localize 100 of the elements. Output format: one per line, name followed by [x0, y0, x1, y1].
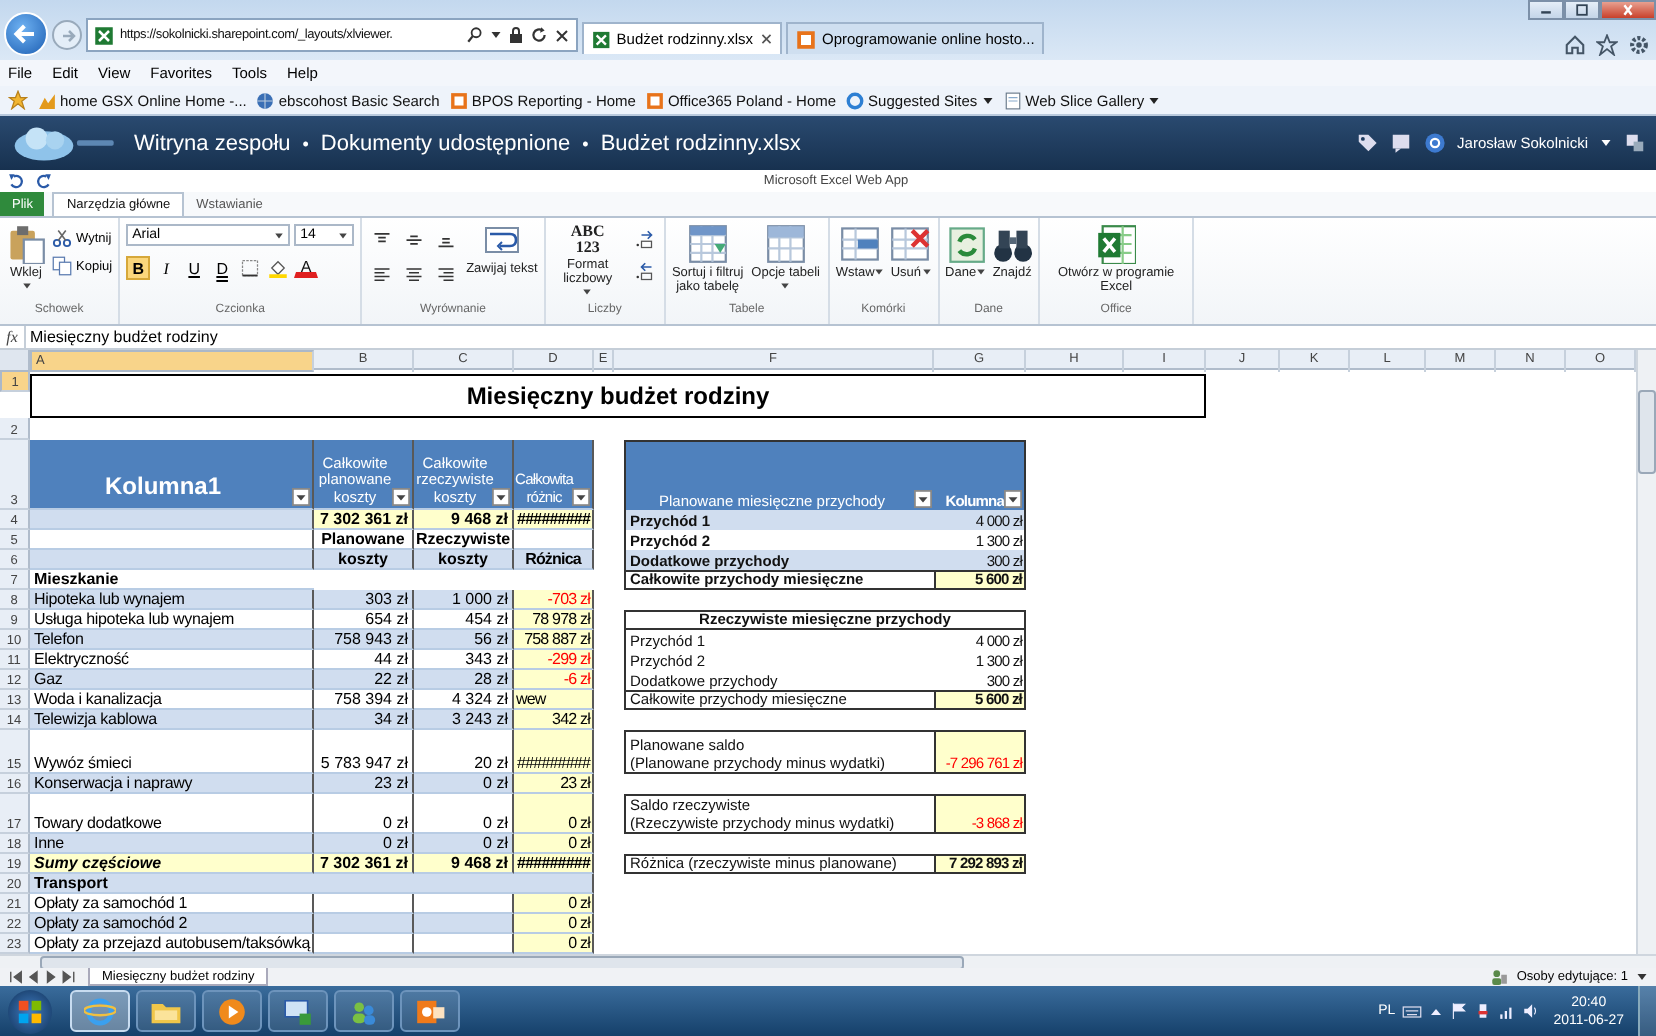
table-cell: Telefon	[30, 630, 314, 650]
windows-icon[interactable]	[1624, 132, 1646, 154]
volume-icon[interactable]	[1521, 1002, 1540, 1020]
increase-decimal-icon	[633, 230, 654, 250]
table-cell: 0 zł	[514, 894, 594, 914]
format-button[interactable]: I	[154, 256, 179, 280]
play-icon	[216, 995, 248, 1027]
breadcrumb-link[interactable]: Witryna zespołu	[134, 131, 291, 155]
maximize-icon	[1574, 4, 1590, 16]
format-button[interactable]: D	[210, 256, 235, 280]
caret-icon[interactable]	[490, 30, 502, 40]
table-cell: Inne	[30, 834, 314, 854]
signal-icon[interactable]	[1497, 1002, 1516, 1020]
caret-icon	[274, 231, 285, 239]
table-cell: 9 468 zł	[414, 854, 514, 874]
format-button[interactable]	[266, 256, 291, 280]
table-cell: 9 468 zł	[414, 510, 514, 530]
caret-icon[interactable]	[1600, 138, 1612, 148]
table-cell: -703 zł	[514, 590, 594, 610]
table-cell: -299 zł	[514, 650, 594, 670]
table-cell: Konserwacja i naprawy	[30, 774, 314, 794]
format-button[interactable]	[238, 256, 263, 280]
table-cell: 0 zł	[314, 834, 414, 854]
filter-dropdown-icon[interactable]	[292, 488, 310, 506]
filter-dropdown-icon[interactable]	[492, 488, 510, 506]
table-cell: 23 zł	[514, 774, 594, 794]
format-button[interactable]: B	[126, 256, 151, 280]
people-icon	[1490, 968, 1509, 986]
filter-dropdown-icon[interactable]	[1004, 490, 1022, 508]
filter-dropdown-icon[interactable]	[572, 488, 590, 506]
borders-icon	[240, 258, 261, 278]
table-cell: koszty	[314, 550, 414, 570]
keyboard-icon[interactable]	[1401, 1001, 1422, 1021]
sheet-navigation-icon[interactable]	[8, 970, 80, 984]
spreadsheet-icon	[94, 25, 114, 45]
caret-icon	[780, 282, 791, 290]
lock-icon[interactable]	[508, 26, 524, 44]
caret-icon	[338, 231, 349, 239]
table-cell: 56 zł	[414, 630, 514, 650]
taskbar-app[interactable]	[202, 990, 262, 1032]
table-cell: 22 zł	[314, 670, 414, 690]
table-cell: 34 zł	[314, 710, 414, 730]
close-icon	[1620, 4, 1636, 16]
minimize-button[interactable]	[1528, 0, 1564, 20]
table-cell	[414, 914, 514, 934]
caret-icon[interactable]	[1636, 972, 1648, 982]
function-label: fx	[4, 328, 20, 346]
chart-icon	[38, 91, 56, 109]
refresh-icon[interactable]	[530, 26, 548, 44]
taskbar-app[interactable]	[400, 990, 460, 1032]
vertical-scrollbar[interactable]	[1636, 350, 1656, 954]
search-icon[interactable]	[466, 26, 484, 44]
table-cell: 0 zł	[514, 914, 594, 934]
back-button[interactable]	[4, 12, 48, 56]
home-icon[interactable]	[1564, 34, 1586, 56]
taskbar-app[interactable]	[136, 990, 196, 1032]
spreadsheet-icon	[592, 29, 611, 49]
notes-icon[interactable]	[1389, 132, 1412, 154]
undo-icon[interactable]	[8, 172, 26, 190]
decrease-decimal-icon	[633, 262, 654, 282]
table-cell: Opłaty za samochód 2	[30, 914, 314, 934]
redo-icon[interactable]	[34, 172, 52, 190]
taskbar-app[interactable]	[334, 990, 394, 1032]
format-button[interactable]: U	[182, 256, 207, 280]
filter-dropdown-icon[interactable]	[392, 488, 410, 506]
tag-icon[interactable]	[1355, 132, 1378, 154]
windows-logo-icon	[14, 995, 46, 1027]
table-cell: koszty	[414, 550, 514, 570]
table-cell: Hipoteka lub wynajem	[30, 590, 314, 610]
maximize-button[interactable]	[1564, 0, 1600, 20]
format-button[interactable]: A	[294, 258, 319, 278]
table-cell: 0 zł	[414, 774, 514, 794]
horizontal-scrollbar[interactable]	[0, 954, 1656, 968]
close-icon[interactable]	[554, 27, 570, 43]
caret-icon	[21, 282, 31, 290]
align-right-icon	[436, 264, 457, 284]
favorites-star-icon[interactable]	[8, 90, 28, 110]
table-cell: 0 zł	[514, 834, 594, 854]
start-button[interactable]	[8, 989, 52, 1033]
table-cell: 28 zł	[414, 670, 514, 690]
number-format-glyph: ABC 123	[570, 224, 605, 256]
help-icon[interactable]	[1423, 132, 1446, 154]
breadcrumb-link[interactable]: Dokumenty udostępnione	[320, 131, 571, 155]
taskbar-app[interactable]	[268, 990, 328, 1032]
flag-icon[interactable]	[1449, 1002, 1468, 1020]
sheet-title: Miesięczny budżet rodziny	[30, 374, 1206, 418]
settings-icon[interactable]	[1628, 34, 1650, 56]
filter-dropdown-icon[interactable]	[914, 490, 932, 508]
table-cell: 23 zł	[314, 774, 414, 794]
caret-icon	[1148, 95, 1161, 105]
close-icon[interactable]	[759, 32, 772, 46]
copy-icon	[52, 256, 72, 276]
align-middle-icon	[404, 230, 425, 250]
scrollbar-thumb[interactable]	[1638, 390, 1656, 474]
star-icon[interactable]	[1596, 34, 1618, 56]
formula-field[interactable]: Miesięczny budżet rodziny	[24, 326, 1656, 348]
office-icon	[449, 91, 468, 109]
table-cell: 78 978 zł	[514, 610, 594, 630]
breadcrumb-link[interactable]: Budżet rodzinny.xlsx	[600, 131, 801, 155]
close-button[interactable]	[1600, 0, 1656, 20]
